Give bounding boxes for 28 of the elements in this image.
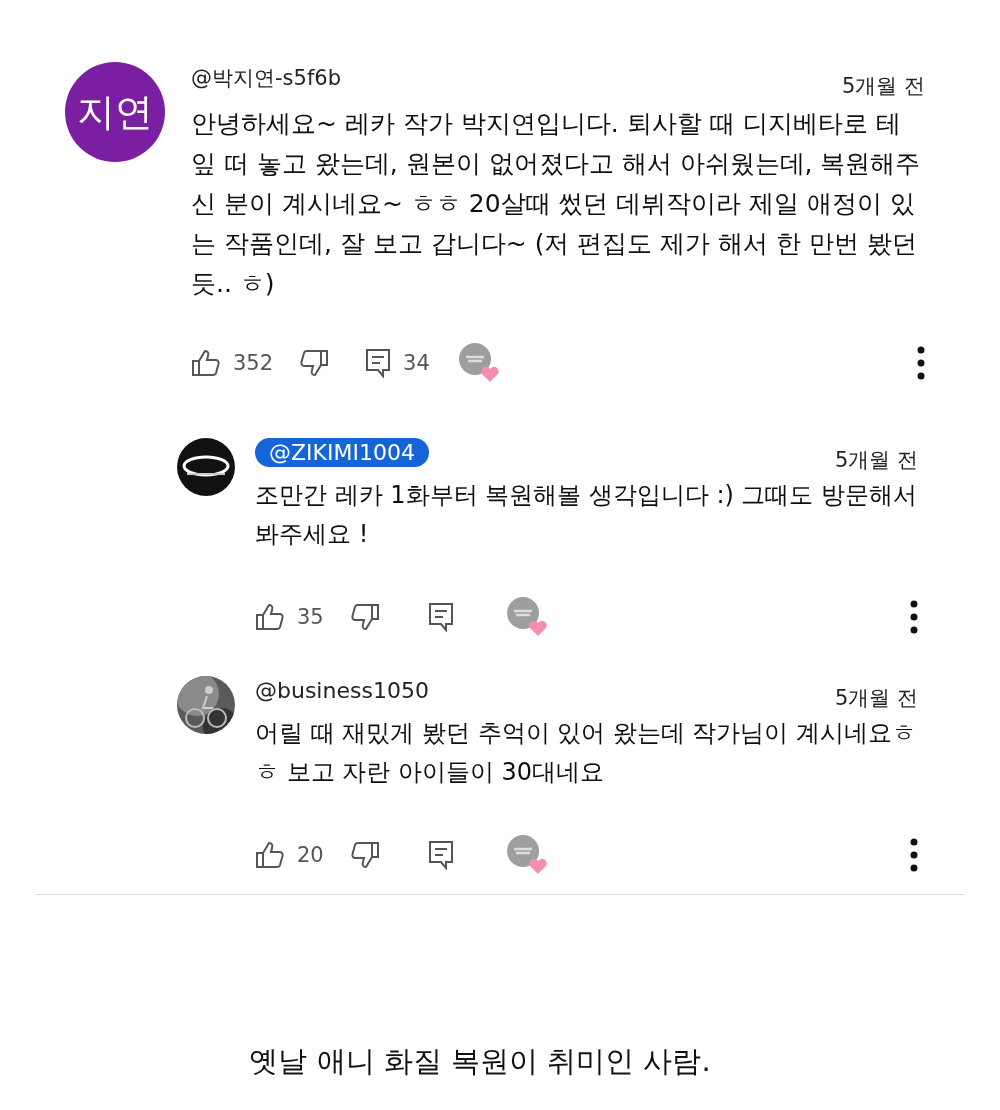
thumbs-up-icon[interactable]	[191, 349, 221, 377]
avatar[interactable]: 지연	[65, 62, 165, 162]
more-icon[interactable]	[910, 600, 918, 634]
thumbs-up-icon[interactable]	[255, 603, 285, 631]
avatar[interactable]	[177, 438, 235, 496]
like-count: 35	[297, 605, 324, 629]
timestamp: 5개월 전	[834, 685, 918, 712]
author-name[interactable]: @business1050	[255, 676, 429, 705]
timestamp: 5개월 전	[834, 447, 918, 474]
comment-text: 안녕하세요~ 레카 작가 박지연입니다. 퇴사할 때 디지베타로 테잎 떠 놓고 왔는데, 원본이 없어졌다고 해서 아쉬웠는데, 복원해주신 분이 계시네요~ ㅎㅎ 20살때 썼던 데뷔작이라 제일 애정이 있는 작품인데, 잘 보고 갑니다~ (저 편집도 제가 해서 한 만번 봤던 듯.. ㅎ)	[191, 108, 922, 300]
like-count: 352	[233, 351, 274, 375]
thumbs-down-icon[interactable]	[349, 603, 380, 631]
more-icon[interactable]	[917, 346, 925, 380]
thumbs-down-icon[interactable]	[299, 349, 330, 377]
author-name[interactable]: @박지연-s5f6b	[191, 62, 341, 94]
more-icon[interactable]	[910, 838, 918, 872]
reply-icon[interactable]	[427, 602, 454, 632]
thumbs-up-icon[interactable]	[255, 841, 285, 869]
caption: 옛날 애니 화질 복원이 취미인 사람.	[249, 1044, 711, 1078]
thumbs-down-icon[interactable]	[349, 841, 380, 869]
comment-text: 어릴 때 재밌게 봤던 추억이 있어 왔는데 작가님이 계시네요ㅎㅎ 보고 자란 아이들이 30대네요	[255, 718, 918, 788]
like-count: 20	[297, 843, 324, 867]
reply-icon[interactable]	[427, 840, 454, 870]
reply-count: 34	[403, 351, 430, 375]
reply-icon[interactable]	[365, 348, 392, 378]
comment-text: 조만간 레카 1화부터 복원해볼 생각입니다 :) 그때도 방문해서 봐주세요 !	[255, 480, 918, 550]
timestamp: 5개월 전	[841, 73, 925, 100]
author-badge[interactable]: @ZIKIMI1004	[255, 438, 429, 467]
